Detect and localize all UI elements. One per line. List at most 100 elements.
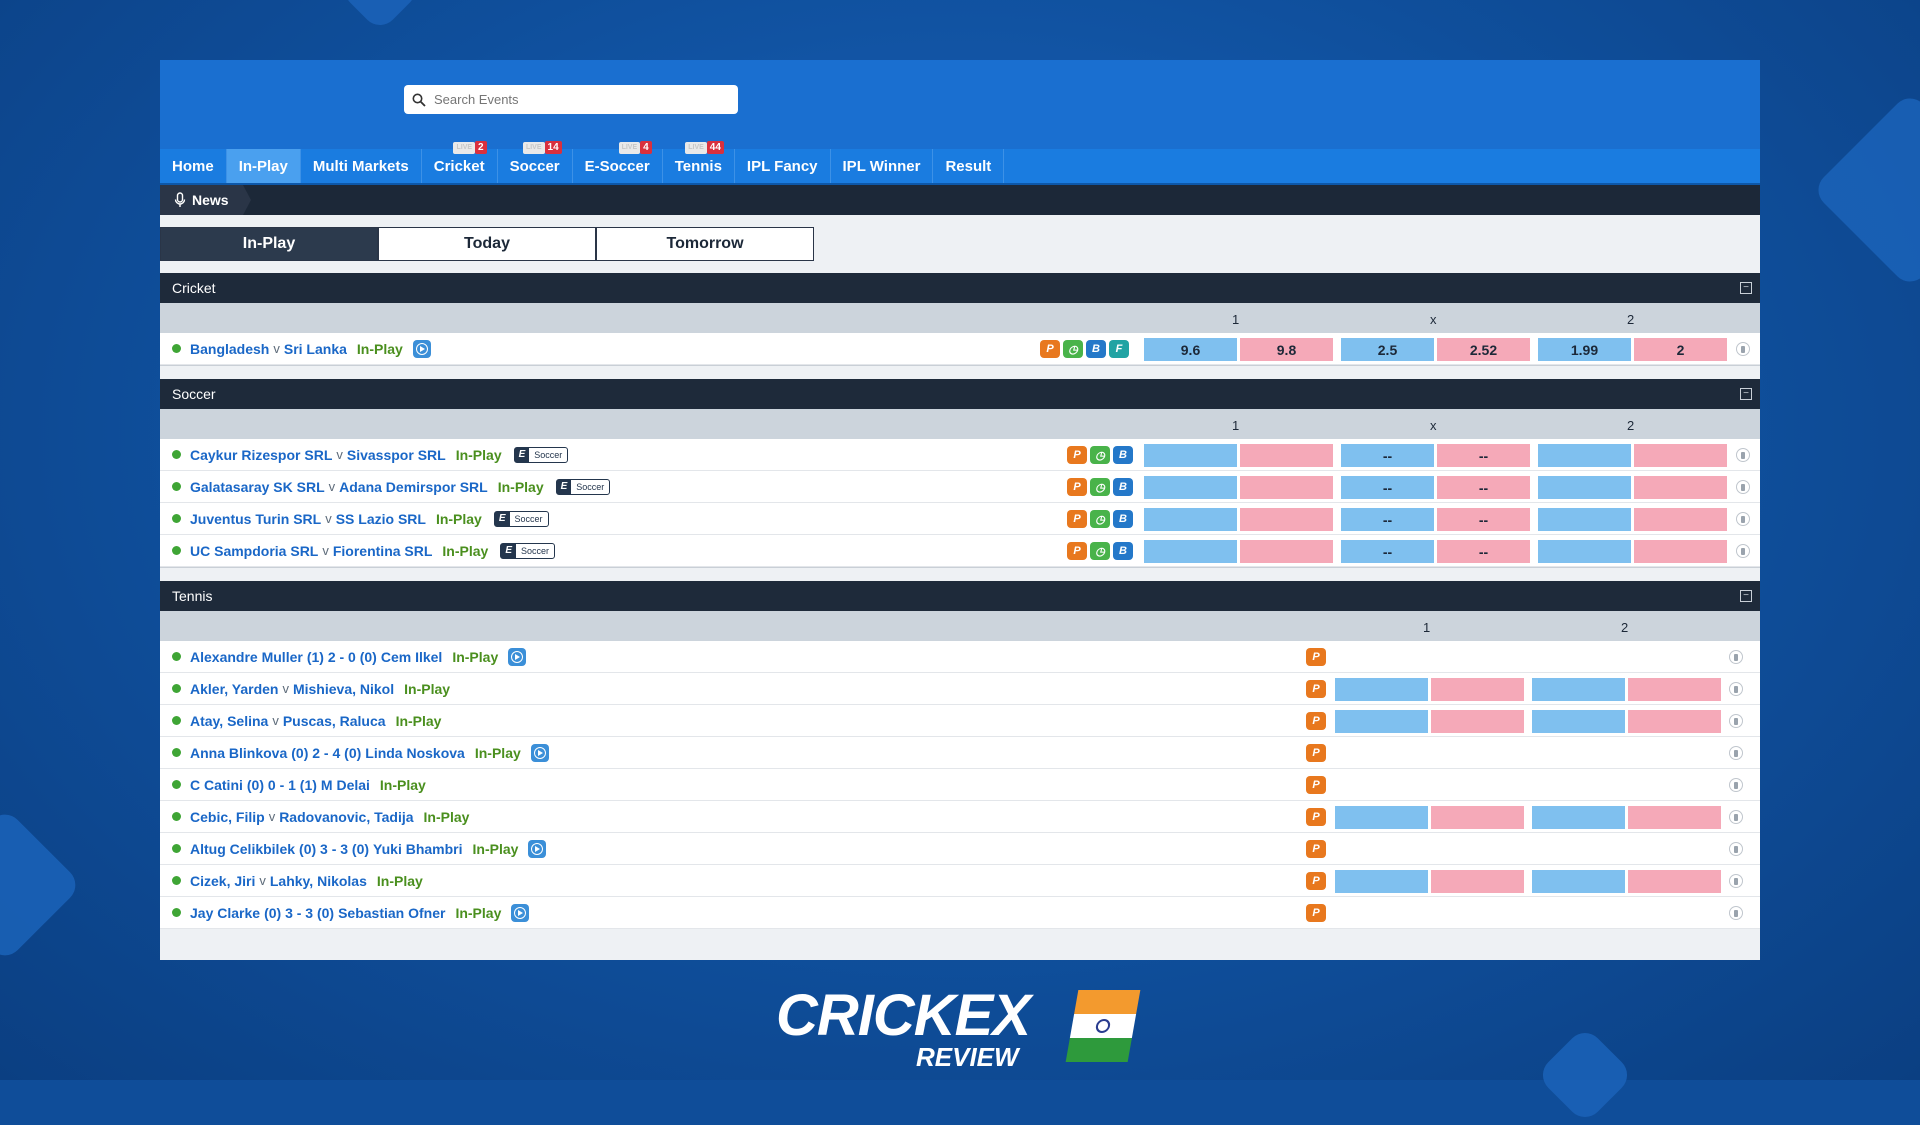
lay-odds-1[interactable] bbox=[1240, 476, 1333, 499]
event-row[interactable]: Alexandre Muller (1) 2 - 0 (0) Cem Ilkel In… bbox=[160, 641, 1760, 673]
back-odds-x[interactable]: -- bbox=[1341, 476, 1434, 499]
event-row[interactable]: Altug Celikbilek (0) 3 - 3 (0) Yuki Bhambr… bbox=[160, 833, 1760, 865]
team-home[interactable]: Galatasaray SK SRL bbox=[190, 479, 325, 495]
back-odds-2[interactable] bbox=[1538, 476, 1631, 499]
lay-odds-1[interactable] bbox=[1240, 540, 1333, 563]
team-home[interactable]: Juventus Turin SRL bbox=[190, 511, 321, 527]
event-row[interactable]: Caykur Rizespor SRL v Sivasspor SRL In-Play… bbox=[160, 439, 1760, 471]
back-odds-2[interactable] bbox=[1532, 870, 1625, 893]
team-home[interactable]: UC Sampdoria SRL bbox=[190, 543, 318, 559]
pin-icon[interactable] bbox=[1736, 544, 1750, 558]
event-row[interactable]: C Catini (0) 0 - 1 (1) M Delai In-Play P bbox=[160, 769, 1760, 801]
back-odds-2[interactable] bbox=[1532, 806, 1625, 829]
nav-cricket[interactable]: LIVE 2 Cricket bbox=[422, 141, 498, 183]
back-odds-2[interactable] bbox=[1532, 678, 1625, 701]
team-away[interactable]: Yuki Bhambri bbox=[373, 841, 462, 857]
news-tag[interactable]: News bbox=[160, 185, 251, 215]
back-odds-x[interactable]: -- bbox=[1341, 444, 1434, 467]
team-home[interactable]: Akler, Yarden bbox=[190, 681, 278, 697]
event-row[interactable]: Akler, Yarden v Mishieva, Nikol In-Play P bbox=[160, 673, 1760, 705]
live-stream-icon[interactable] bbox=[412, 339, 431, 358]
lay-odds-1[interactable] bbox=[1431, 678, 1524, 701]
event-row[interactable]: Jay Clarke (0) 3 - 3 (0) Sebastian Ofner In… bbox=[160, 897, 1760, 929]
event-row[interactable]: Cebic, Filip v Radovanovic, Tadija In-Play P bbox=[160, 801, 1760, 833]
team-away[interactable]: SS Lazio SRL bbox=[336, 511, 426, 527]
team-away[interactable]: Sri Lanka bbox=[284, 341, 347, 357]
lay-odds-x[interactable]: -- bbox=[1437, 540, 1530, 563]
event-row[interactable]: Bangladesh v Sri Lanka In-Play P ◷ B F 9… bbox=[160, 333, 1760, 365]
back-odds-2[interactable]: 1.99 bbox=[1538, 338, 1631, 361]
pin-icon[interactable] bbox=[1729, 874, 1743, 888]
team-away[interactable]: Cem Ilkel bbox=[381, 649, 442, 665]
lay-odds-1[interactable] bbox=[1431, 806, 1524, 829]
lay-odds-1[interactable] bbox=[1240, 508, 1333, 531]
back-odds-1[interactable] bbox=[1144, 476, 1237, 499]
team-away[interactable]: M Delai bbox=[321, 777, 370, 793]
back-odds-1[interactable] bbox=[1144, 540, 1237, 563]
live-stream-icon[interactable] bbox=[530, 743, 549, 762]
back-odds-1[interactable] bbox=[1144, 444, 1237, 467]
nav-ipl-fancy[interactable]: IPL Fancy bbox=[735, 149, 831, 183]
event-row[interactable]: Atay, Selina v Puscas, Raluca In-Play P bbox=[160, 705, 1760, 737]
team-home[interactable]: Cebic, Filip bbox=[190, 809, 265, 825]
team-away[interactable]: Lahky, Nikolas bbox=[270, 873, 367, 889]
event-row[interactable]: Galatasaray SK SRL v Adana Demirspor SRL In… bbox=[160, 471, 1760, 503]
lay-odds-1[interactable] bbox=[1431, 710, 1524, 733]
back-odds-x[interactable]: -- bbox=[1341, 540, 1434, 563]
back-odds-x[interactable]: 2.5 bbox=[1341, 338, 1434, 361]
event-row[interactable]: UC Sampdoria SRL v Fiorentina SRL In-Play E S… bbox=[160, 535, 1760, 567]
pin-icon[interactable] bbox=[1729, 906, 1743, 920]
back-odds-1[interactable] bbox=[1335, 806, 1428, 829]
team-away[interactable]: Sebastian Ofner bbox=[338, 905, 445, 921]
team-home[interactable]: Bangladesh bbox=[190, 341, 269, 357]
lay-odds-x[interactable]: -- bbox=[1437, 444, 1530, 467]
collapse-icon[interactable]: − bbox=[1740, 388, 1752, 400]
team-away[interactable]: Radovanovic, Tadija bbox=[279, 809, 413, 825]
nav-multi-markets[interactable]: Multi Markets bbox=[301, 149, 422, 183]
team-home[interactable]: C Catini bbox=[190, 777, 243, 793]
pin-icon[interactable] bbox=[1729, 714, 1743, 728]
team-home[interactable]: Caykur Rizespor SRL bbox=[190, 447, 332, 463]
back-odds-1[interactable] bbox=[1144, 508, 1237, 531]
team-home[interactable]: Anna Blinkova bbox=[190, 745, 287, 761]
team-away[interactable]: Sivasspor SRL bbox=[347, 447, 446, 463]
pin-icon[interactable] bbox=[1729, 810, 1743, 824]
collapse-icon[interactable]: − bbox=[1740, 282, 1752, 294]
team-away[interactable]: Adana Demirspor SRL bbox=[339, 479, 488, 495]
nav-in-play[interactable]: In-Play bbox=[226, 149, 301, 183]
nav-e-soccer[interactable]: LIVE 4 E-Soccer bbox=[573, 141, 663, 183]
back-odds-2[interactable] bbox=[1538, 540, 1631, 563]
nav-tennis[interactable]: LIVE 44 Tennis bbox=[663, 141, 735, 183]
live-stream-icon[interactable] bbox=[511, 903, 530, 922]
pin-icon[interactable] bbox=[1729, 682, 1743, 696]
pin-icon[interactable] bbox=[1729, 650, 1743, 664]
back-odds-1[interactable] bbox=[1335, 678, 1428, 701]
search-box[interactable] bbox=[404, 85, 738, 114]
collapse-icon[interactable]: − bbox=[1740, 590, 1752, 602]
pin-icon[interactable] bbox=[1736, 342, 1750, 356]
tab-today[interactable]: Today bbox=[378, 227, 596, 261]
back-odds-2[interactable] bbox=[1538, 444, 1631, 467]
team-home[interactable]: Jay Clarke bbox=[190, 905, 260, 921]
back-odds-x[interactable]: -- bbox=[1341, 508, 1434, 531]
nav-home[interactable]: Home bbox=[160, 149, 227, 183]
tab-in-play[interactable]: In-Play bbox=[160, 227, 378, 261]
event-row[interactable]: Cizek, Jiri v Lahky, Nikolas In-Play P bbox=[160, 865, 1760, 897]
pin-icon[interactable] bbox=[1736, 512, 1750, 526]
lay-odds-2[interactable]: 2 bbox=[1634, 338, 1727, 361]
nav-result[interactable]: Result bbox=[933, 149, 1005, 183]
team-home[interactable]: Atay, Selina bbox=[190, 713, 268, 729]
team-away[interactable]: Puscas, Raluca bbox=[283, 713, 386, 729]
lay-odds-2[interactable] bbox=[1634, 444, 1727, 467]
lay-odds-x[interactable]: -- bbox=[1437, 476, 1530, 499]
lay-odds-x[interactable]: 2.52 bbox=[1437, 338, 1530, 361]
lay-odds-2[interactable] bbox=[1628, 870, 1721, 893]
pin-icon[interactable] bbox=[1736, 448, 1750, 462]
pin-icon[interactable] bbox=[1729, 778, 1743, 792]
nav-ipl-winner[interactable]: IPL Winner bbox=[831, 149, 934, 183]
lay-odds-2[interactable] bbox=[1628, 678, 1721, 701]
pin-icon[interactable] bbox=[1729, 746, 1743, 760]
lay-odds-1[interactable] bbox=[1240, 444, 1333, 467]
back-odds-2[interactable] bbox=[1532, 710, 1625, 733]
team-away[interactable]: Linda Noskova bbox=[365, 745, 465, 761]
